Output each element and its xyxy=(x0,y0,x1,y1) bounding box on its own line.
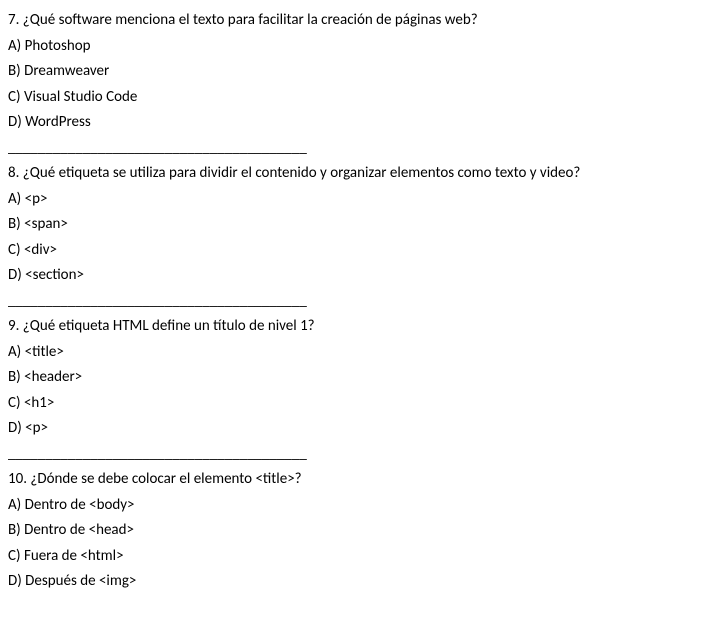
separator: ________________________________________ xyxy=(8,442,703,468)
question-prompt: ¿Dónde se debe colocar el elemento <titl… xyxy=(30,470,301,488)
option-b: B) <span> xyxy=(8,212,703,238)
option-text: Dentro de <head> xyxy=(24,521,134,539)
option-a: A) Photoshop xyxy=(8,34,703,60)
option-b: B) Dreamweaver xyxy=(8,59,703,85)
option-d: D) WordPress xyxy=(8,110,703,136)
option-b: B) <header> xyxy=(8,365,703,391)
option-text: Dentro de <body> xyxy=(25,496,135,514)
option-a: A) <p> xyxy=(8,187,703,213)
option-text: <header> xyxy=(24,368,82,386)
question-8: 8. ¿Qué etiqueta se utiliza para dividir… xyxy=(8,161,703,314)
option-a: A) <title> xyxy=(8,340,703,366)
option-text: Fuera de <html> xyxy=(24,547,124,565)
option-a: A) Dentro de <body> xyxy=(8,493,703,519)
option-c: C) Visual Studio Code xyxy=(8,85,703,111)
option-text: <span> xyxy=(24,215,68,233)
option-text: <p> xyxy=(25,419,48,437)
question-prompt: ¿Qué software menciona el texto para fac… xyxy=(23,11,478,29)
option-text: <div> xyxy=(24,241,57,259)
question-text: 9. ¿Qué etiqueta HTML define un título d… xyxy=(8,314,703,340)
separator: ________________________________________ xyxy=(8,289,703,315)
option-c: C) Fuera de <html> xyxy=(8,544,703,570)
option-b: B) Dentro de <head> xyxy=(8,518,703,544)
option-text: <h1> xyxy=(24,394,54,412)
question-number: 9 xyxy=(8,317,16,335)
question-prompt: ¿Qué etiqueta HTML define un título de n… xyxy=(23,317,315,335)
option-text: WordPress xyxy=(25,113,91,131)
question-number: 8 xyxy=(8,164,16,182)
question-text: 7. ¿Qué software menciona el texto para … xyxy=(8,8,703,34)
question-text: 8. ¿Qué etiqueta se utiliza para dividir… xyxy=(8,161,703,187)
question-10: 10. ¿Dónde se debe colocar el elemento <… xyxy=(8,467,703,595)
question-9: 9. ¿Qué etiqueta HTML define un título d… xyxy=(8,314,703,467)
separator: ________________________________________ xyxy=(8,136,703,162)
option-d: D) Después de <img> xyxy=(8,569,703,595)
question-7: 7. ¿Qué software menciona el texto para … xyxy=(8,8,703,161)
question-number: 7 xyxy=(8,11,16,29)
option-text: Después de <img> xyxy=(25,572,136,590)
option-text: <title> xyxy=(25,343,64,361)
option-text: Dreamweaver xyxy=(24,62,109,80)
option-d: D) <p> xyxy=(8,416,703,442)
option-text: <section> xyxy=(25,266,84,284)
option-text: <p> xyxy=(25,190,48,208)
question-text: 10. ¿Dónde se debe colocar el elemento <… xyxy=(8,467,703,493)
option-c: C) <div> xyxy=(8,238,703,264)
question-prompt: ¿Qué etiqueta se utiliza para dividir el… xyxy=(23,164,581,182)
option-text: Photoshop xyxy=(25,37,91,55)
option-d: D) <section> xyxy=(8,263,703,289)
option-c: C) <h1> xyxy=(8,391,703,417)
option-text: Visual Studio Code xyxy=(24,88,137,106)
question-number: 10 xyxy=(8,470,23,488)
